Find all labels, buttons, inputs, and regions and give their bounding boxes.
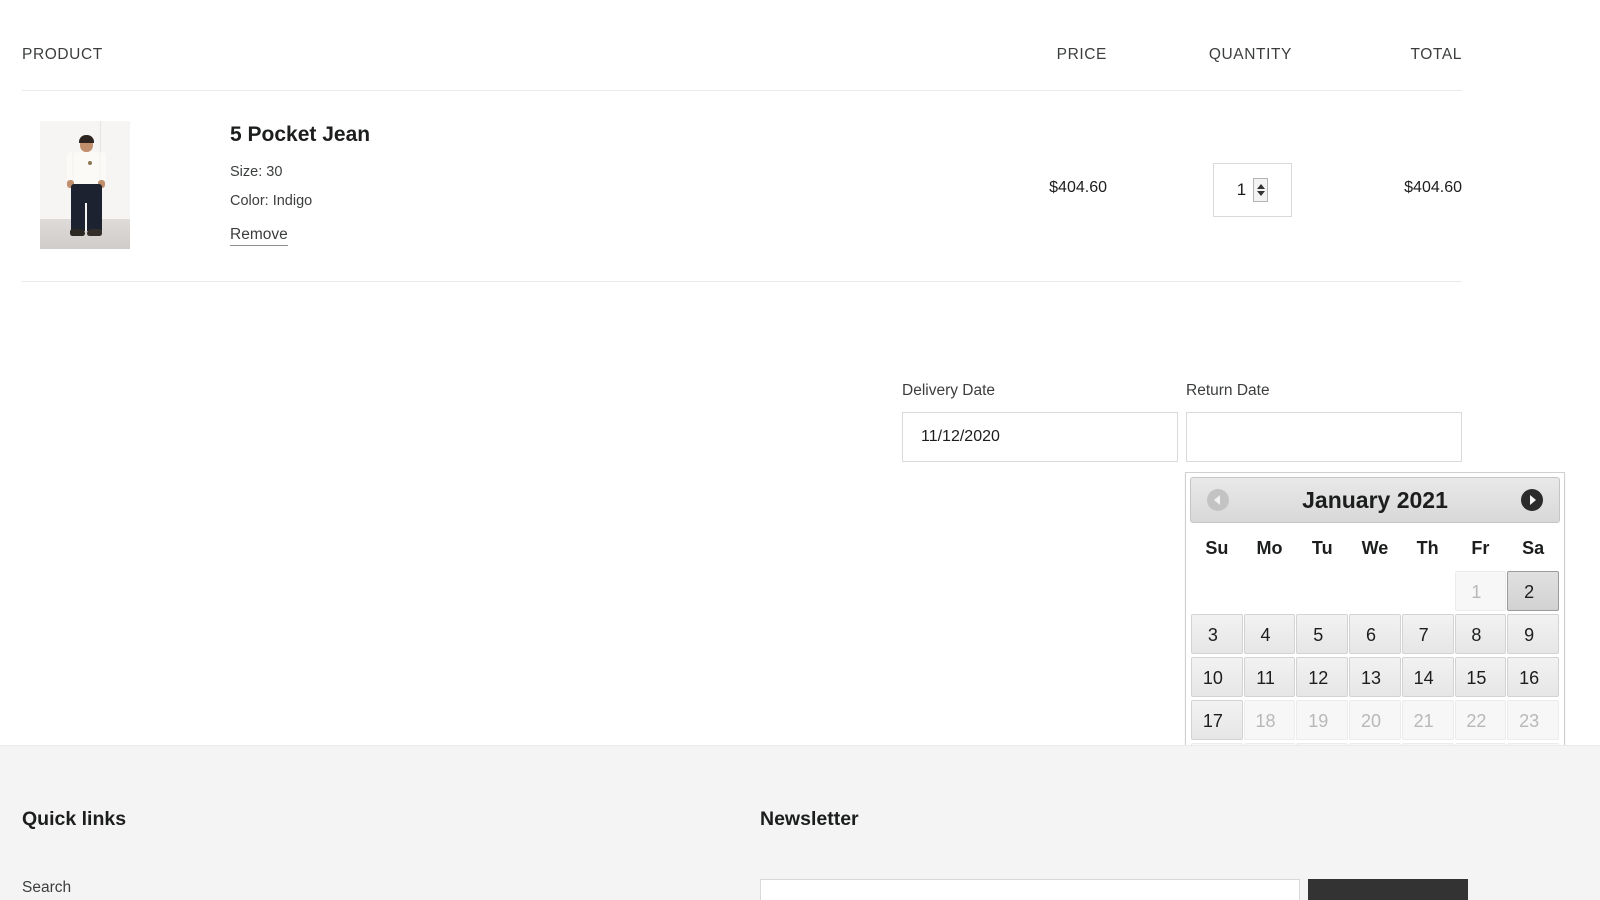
date-fields: Delivery Date Return Date xyxy=(902,382,1462,462)
quantity-spinner[interactable] xyxy=(1253,178,1268,202)
datepicker-day-cell[interactable]: 15 xyxy=(1455,657,1507,697)
datepicker-day-cell[interactable]: 9 xyxy=(1507,614,1559,654)
cart-table: PRODUCT PRICE QUANTITY TOTAL xyxy=(22,46,1462,282)
delivery-date-field: Delivery Date xyxy=(902,382,1178,462)
spinner-down-icon[interactable] xyxy=(1257,191,1265,196)
datepicker-weekday: Th xyxy=(1402,532,1454,569)
model-hair xyxy=(79,135,94,143)
quantity-value[interactable]: 1 xyxy=(1237,180,1246,200)
remove-item-link[interactable]: Remove xyxy=(230,226,288,246)
jeans-leg-gap xyxy=(85,203,87,231)
product-variant-size: Size: 30 xyxy=(230,164,370,180)
datepicker-week-row: 12 xyxy=(1191,570,1559,612)
product-cell: 5 Pocket Jean Size: 30 Color: Indigo Rem… xyxy=(22,121,927,249)
datepicker-empty-cell xyxy=(1191,571,1243,611)
datepicker-weekday: We xyxy=(1349,532,1401,569)
return-date-input[interactable] xyxy=(1186,412,1462,462)
table-row: 5 Pocket Jean Size: 30 Color: Indigo Rem… xyxy=(22,91,1462,282)
datepicker-empty-cell xyxy=(1296,571,1348,611)
product-title[interactable]: 5 Pocket Jean xyxy=(230,123,370,146)
circle-arrow-right-icon[interactable] xyxy=(1521,489,1543,511)
product-variant-color: Color: Indigo xyxy=(230,193,370,209)
quick-links-title: Quick links xyxy=(22,808,126,831)
datepicker-day-cell[interactable]: 17 xyxy=(1191,700,1243,740)
datepicker-day-cell[interactable]: 6 xyxy=(1349,614,1401,654)
datepicker-day-cell: 23 xyxy=(1507,700,1559,740)
datepicker-week-row: 10111213141516 xyxy=(1191,656,1559,698)
datepicker-day-cell[interactable]: 7 xyxy=(1402,614,1454,654)
model-shirt xyxy=(72,150,101,187)
return-date-field: Return Date xyxy=(1186,382,1462,462)
newsletter-email-input[interactable] xyxy=(760,879,1300,900)
datepicker-empty-cell xyxy=(1349,571,1401,611)
datepicker-day-cell[interactable]: 10 xyxy=(1191,657,1243,697)
datepicker-weekday: Su xyxy=(1191,532,1243,569)
datepicker-day-cell[interactable]: 11 xyxy=(1244,657,1296,697)
datepicker-day-cell[interactable]: 2 xyxy=(1507,571,1559,611)
site-footer: Quick links Search Newsletter xyxy=(0,745,1600,900)
datepicker-day-cell: 19 xyxy=(1296,700,1348,740)
newsletter-column: Newsletter xyxy=(760,808,1468,900)
circle-arrow-left-icon[interactable] xyxy=(1207,489,1229,511)
datepicker-day-cell: 1 xyxy=(1455,571,1507,611)
newsletter-title: Newsletter xyxy=(760,808,1468,831)
datepicker-title: January 2021 xyxy=(1302,487,1448,514)
datepicker-day-cell[interactable]: 16 xyxy=(1507,657,1559,697)
cart-table-header-row: PRODUCT PRICE QUANTITY TOTAL xyxy=(22,46,1462,91)
datepicker-header: January 2021 xyxy=(1190,477,1560,523)
cart-page: PRODUCT PRICE QUANTITY TOTAL xyxy=(0,0,1600,900)
datepicker-week-row: 17181920212223 xyxy=(1191,699,1559,741)
datepicker-empty-cell xyxy=(1244,571,1296,611)
datepicker-day-cell: 18 xyxy=(1244,700,1296,740)
product-price: $404.60 xyxy=(927,121,1107,197)
datepicker-weekday: Mo xyxy=(1244,532,1296,569)
datepicker-weekday: Tu xyxy=(1296,532,1348,569)
quantity-stepper[interactable]: 1 xyxy=(1213,163,1292,217)
product-thumbnail[interactable] xyxy=(40,121,130,249)
datepicker-day-cell[interactable]: 12 xyxy=(1296,657,1348,697)
datepicker-day-cell[interactable]: 3 xyxy=(1191,614,1243,654)
datepicker-week-row: 3456789 xyxy=(1191,613,1559,655)
model-shoe-right xyxy=(87,229,102,236)
datepicker-day-cell: 21 xyxy=(1402,700,1454,740)
datepicker-day-cell: 20 xyxy=(1349,700,1401,740)
column-header-total: TOTAL xyxy=(1292,46,1462,64)
return-date-label: Return Date xyxy=(1186,382,1462,400)
spinner-up-icon[interactable] xyxy=(1257,184,1265,189)
newsletter-subscribe-button[interactable] xyxy=(1308,879,1468,900)
product-line-total: $404.60 xyxy=(1292,121,1462,197)
datepicker-day-cell: 22 xyxy=(1455,700,1507,740)
datepicker-empty-cell xyxy=(1402,571,1454,611)
datepicker-day-cell[interactable]: 5 xyxy=(1296,614,1348,654)
datepicker-weekday-row: SuMoTuWeThFrSa xyxy=(1191,532,1559,569)
datepicker-day-cell[interactable]: 14 xyxy=(1402,657,1454,697)
model-shoe-left xyxy=(70,229,85,236)
datepicker-day-cell[interactable]: 4 xyxy=(1244,614,1296,654)
column-header-product: PRODUCT xyxy=(22,46,927,64)
quick-links-column: Quick links Search xyxy=(22,808,126,897)
datepicker-weekday: Sa xyxy=(1507,532,1559,569)
quantity-cell: 1 xyxy=(1107,121,1292,217)
column-header-price: PRICE xyxy=(927,46,1107,64)
newsletter-form xyxy=(760,879,1468,900)
datepicker-day-cell[interactable]: 13 xyxy=(1349,657,1401,697)
delivery-date-label: Delivery Date xyxy=(902,382,1178,400)
footer-link-search[interactable]: Search xyxy=(22,879,71,896)
shirt-logo xyxy=(88,161,92,165)
product-info: 5 Pocket Jean Size: 30 Color: Indigo Rem… xyxy=(230,121,370,246)
delivery-date-input[interactable] xyxy=(902,412,1178,462)
datepicker-day-cell[interactable]: 8 xyxy=(1455,614,1507,654)
column-header-quantity: QUANTITY xyxy=(1107,46,1292,64)
datepicker-weekday: Fr xyxy=(1455,532,1507,569)
